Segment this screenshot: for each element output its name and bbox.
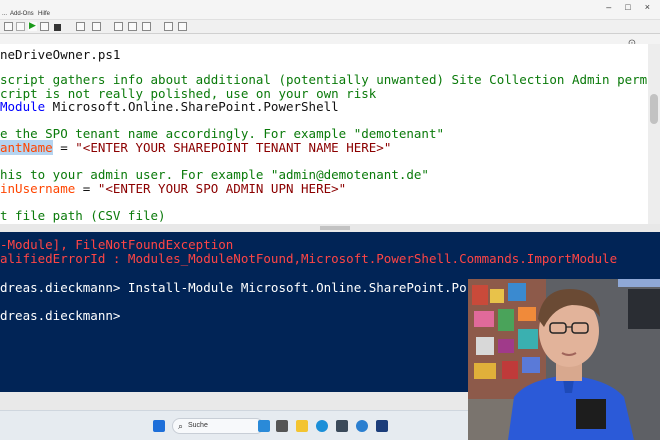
store-icon[interactable] [336, 420, 348, 432]
webcam-overlay [468, 279, 660, 440]
stop-icon[interactable] [54, 24, 61, 31]
code-line[interactable]: t file path (CSV file) [0, 208, 166, 223]
layout-top-icon[interactable] [114, 22, 123, 31]
console-error-line: -Module], FileNotFoundException [0, 237, 234, 252]
browser-icon[interactable] [356, 420, 368, 432]
menu-item-help[interactable]: Hilfe [38, 11, 50, 17]
start-icon[interactable] [153, 420, 165, 432]
run-selection-icon[interactable] [40, 22, 49, 31]
undo-icon[interactable] [16, 22, 25, 31]
window-controls: – □ × [606, 2, 650, 12]
search-placeholder: Suche [188, 422, 208, 429]
code-token: t file path (CSV file) [0, 208, 166, 223]
task-view-icon[interactable] [276, 420, 288, 432]
code-line[interactable]: antName = "<ENTER YOUR SHAREPOINT TENANT… [0, 140, 391, 155]
editor-vertical-scrollbar[interactable] [648, 44, 660, 228]
file-explorer-icon[interactable] [296, 420, 308, 432]
code-token: inUsername [0, 180, 76, 196]
code-line[interactable]: Module Microsoft.Online.SharePoint.Power… [0, 99, 339, 114]
copilot-icon[interactable] [258, 420, 270, 432]
powershell-ise-icon[interactable] [376, 420, 388, 432]
code-token: Microsoft.Online.SharePoint.PowerShell [45, 99, 339, 115]
script-tab-strip [0, 34, 660, 44]
code-token: "<ENTER YOUR SHAREPOINT TENANT NAME HERE… [75, 140, 392, 155]
layout-right-icon[interactable] [128, 22, 137, 31]
new-remote-tab-icon[interactable] [76, 22, 85, 31]
menu-item-truncated[interactable]: ... [2, 11, 7, 17]
scrollbar-thumb[interactable] [320, 226, 350, 230]
code-token: = [75, 180, 98, 196]
run-icon[interactable]: ▶ [28, 21, 37, 31]
scrollbar-thumb[interactable] [650, 94, 658, 124]
console-output-line: dreas.dieckmann> Install-Module Microsof… [0, 279, 467, 295]
taskbar-search[interactable]: ⌕ Suche [172, 418, 264, 434]
show-addon-icon[interactable] [178, 22, 187, 31]
powershell-icon[interactable] [92, 22, 101, 31]
code-line[interactable]: inUsername = "<ENTER YOUR SPO ADMIN UPN … [0, 181, 346, 196]
show-commands-icon[interactable] [164, 22, 173, 31]
presenter-video [468, 279, 660, 440]
code-token: = [52, 140, 76, 155]
cut-icon[interactable] [4, 22, 13, 31]
code-token: "<ENTER YOUR SPO ADMIN UPN HERE>" [97, 180, 347, 196]
editor-horizontal-scrollbar[interactable] [0, 224, 660, 232]
code-token: Module [0, 99, 46, 115]
script-tab-title[interactable]: neDriveOwner.ps1 [0, 47, 120, 62]
script-editor[interactable]: neDriveOwner.ps1 script gathers info abo… [0, 44, 648, 228]
menu-item-add-ons[interactable]: Add-Ons [10, 11, 34, 17]
toolbar: ▶ [0, 20, 660, 34]
console-error-line: alifiedErrorId : Modules_ModuleNotFound,… [0, 251, 618, 267]
console-output-line: dreas.dieckmann> [0, 308, 121, 323]
maximize-button[interactable]: □ [625, 2, 630, 12]
close-button[interactable]: × [645, 2, 650, 12]
layout-max-icon[interactable] [142, 22, 151, 31]
menu-bar: ... Add-Ons Hilfe – □ × [0, 0, 660, 20]
edge-icon[interactable] [316, 420, 328, 432]
minimize-button[interactable]: – [606, 2, 611, 12]
code-token: antName [0, 140, 53, 155]
search-icon: ⌕ [178, 421, 184, 431]
